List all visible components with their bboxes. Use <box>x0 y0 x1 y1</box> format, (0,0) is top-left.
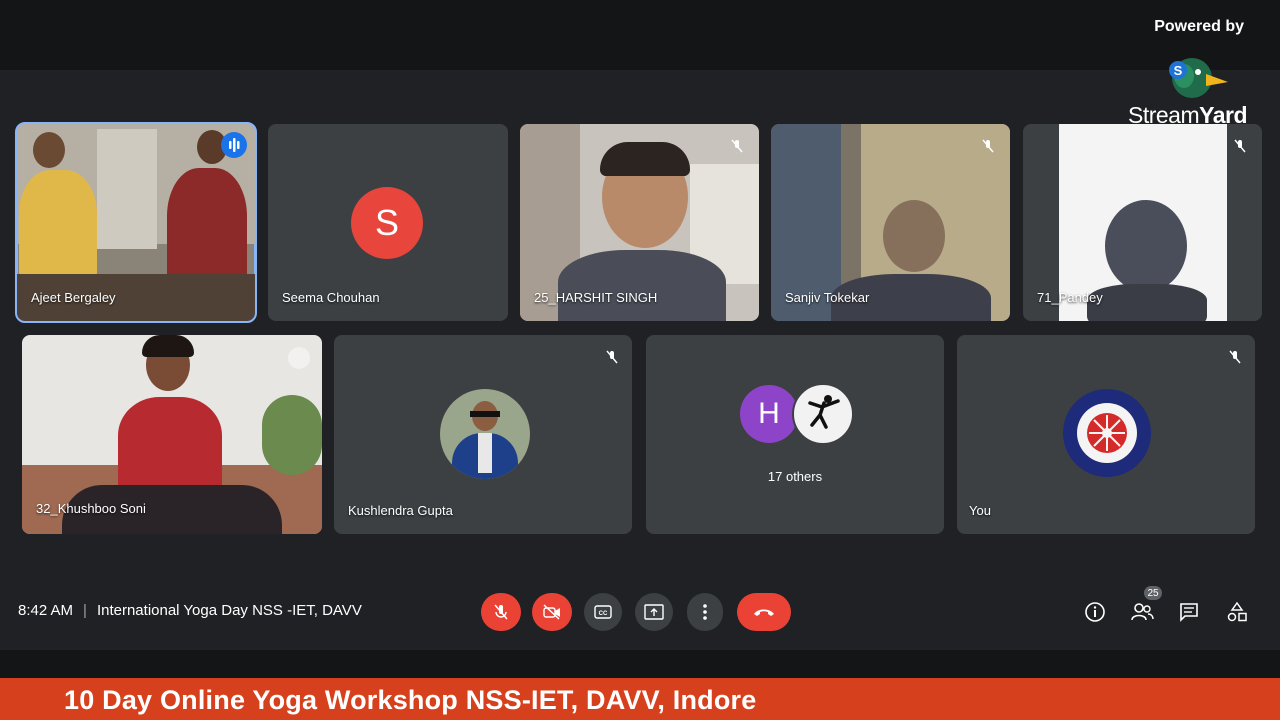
participant-tile-ajeet[interactable]: Ajeet Bergaley <box>15 122 257 323</box>
more-options-button[interactable] <box>687 593 723 631</box>
participant-name: 71_Pandey <box>1037 290 1103 305</box>
camera-toggle-button[interactable] <box>532 593 572 631</box>
people-button[interactable] <box>1130 600 1154 624</box>
meeting-separator: | <box>83 602 87 619</box>
top-band <box>0 0 1280 70</box>
participant-tile-harshit[interactable]: 25_HARSHIT SINGH <box>520 124 759 321</box>
avatar <box>440 389 530 479</box>
participant-name: You <box>969 503 991 518</box>
participant-name: 32_Khushboo Soni <box>36 501 146 516</box>
mic-muted-icon <box>1229 350 1241 364</box>
avatar-initial: H <box>758 397 780 430</box>
participant-tile-kushlendra[interactable]: Kushlendra Gupta <box>334 335 632 534</box>
workshop-banner: 10 Day Online Yoga Workshop NSS-IET, DAV… <box>0 678 1280 720</box>
activities-button[interactable] <box>1225 600 1249 624</box>
streamyard-badge-letter: S <box>1174 63 1183 78</box>
participant-name: Ajeet Bergaley <box>31 290 116 305</box>
mic-muted-icon <box>731 139 743 153</box>
participant-name: Sanjiv Tokekar <box>785 290 870 305</box>
streamyard-duck-icon: S <box>1169 58 1228 98</box>
participant-tile-you[interactable]: You <box>957 335 1255 534</box>
avatar: S <box>351 187 423 259</box>
present-screen-button[interactable] <box>635 593 673 631</box>
meeting-info: 8:42 AM | International Yoga Day NSS -IET,… <box>18 602 362 619</box>
captions-icon: CC <box>594 605 612 619</box>
avatar-initial: S <box>374 202 399 243</box>
people-count-badge: 25 <box>1144 586 1162 600</box>
powered-by-label: Powered by <box>1154 18 1244 35</box>
participant-tile-others[interactable]: H 17 others <box>646 335 944 534</box>
mic-muted-icon <box>982 139 994 153</box>
participant-name: Seema Chouhan <box>282 290 380 305</box>
leave-call-button[interactable] <box>737 593 791 631</box>
banner-text: 10 Day Online Yoga Workshop NSS-IET, DAV… <box>64 685 757 715</box>
end-call-icon <box>754 609 774 616</box>
people-icon <box>1131 603 1154 621</box>
karate-icon <box>808 395 840 429</box>
meeting-title: International Yoga Day NSS -IET, DAVV <box>96 602 362 619</box>
participant-tile-sanjiv[interactable]: Sanjiv Tokekar <box>771 124 1010 321</box>
mic-off-icon <box>494 604 508 620</box>
participant-name: 25_HARSHIT SINGH <box>534 290 658 305</box>
video-pillar <box>97 129 157 249</box>
avatar: H <box>740 385 798 443</box>
speaking-indicator-icon <box>221 132 247 158</box>
camera-off-icon <box>543 604 560 620</box>
chat-icon <box>1180 603 1198 622</box>
mic-muted-icon <box>606 350 618 364</box>
participant-name: Kushlendra Gupta <box>348 503 453 518</box>
chat-button[interactable] <box>1177 600 1201 624</box>
svg-text:CC: CC <box>599 611 608 617</box>
info-icon <box>1085 602 1105 622</box>
participant-tile-khushboo[interactable]: 32_Khushboo Soni <box>22 335 322 534</box>
mic-muted-icon <box>1234 139 1246 153</box>
participant-tile-seema[interactable]: S Seema Chouhan <box>268 124 508 321</box>
avatar <box>792 383 854 445</box>
captions-button[interactable]: CC <box>584 593 622 631</box>
bottom-band <box>0 650 1280 678</box>
streamyard-branding: Powered by S StreamYard <box>1120 10 1270 130</box>
meeting-time: 8:42 AM <box>18 602 74 619</box>
nss-logo-icon <box>1063 389 1151 477</box>
others-count-label: 17 others <box>767 469 823 484</box>
mic-muted-icon <box>288 347 310 369</box>
more-vert-icon <box>703 604 707 620</box>
present-icon <box>644 604 664 620</box>
activities-icon <box>1227 601 1247 622</box>
video-tree <box>262 395 322 475</box>
participant-tile-pandey[interactable]: 71_Pandey <box>1023 124 1262 321</box>
meeting-details-button[interactable] <box>1083 600 1107 624</box>
mic-toggle-button[interactable] <box>481 593 521 631</box>
